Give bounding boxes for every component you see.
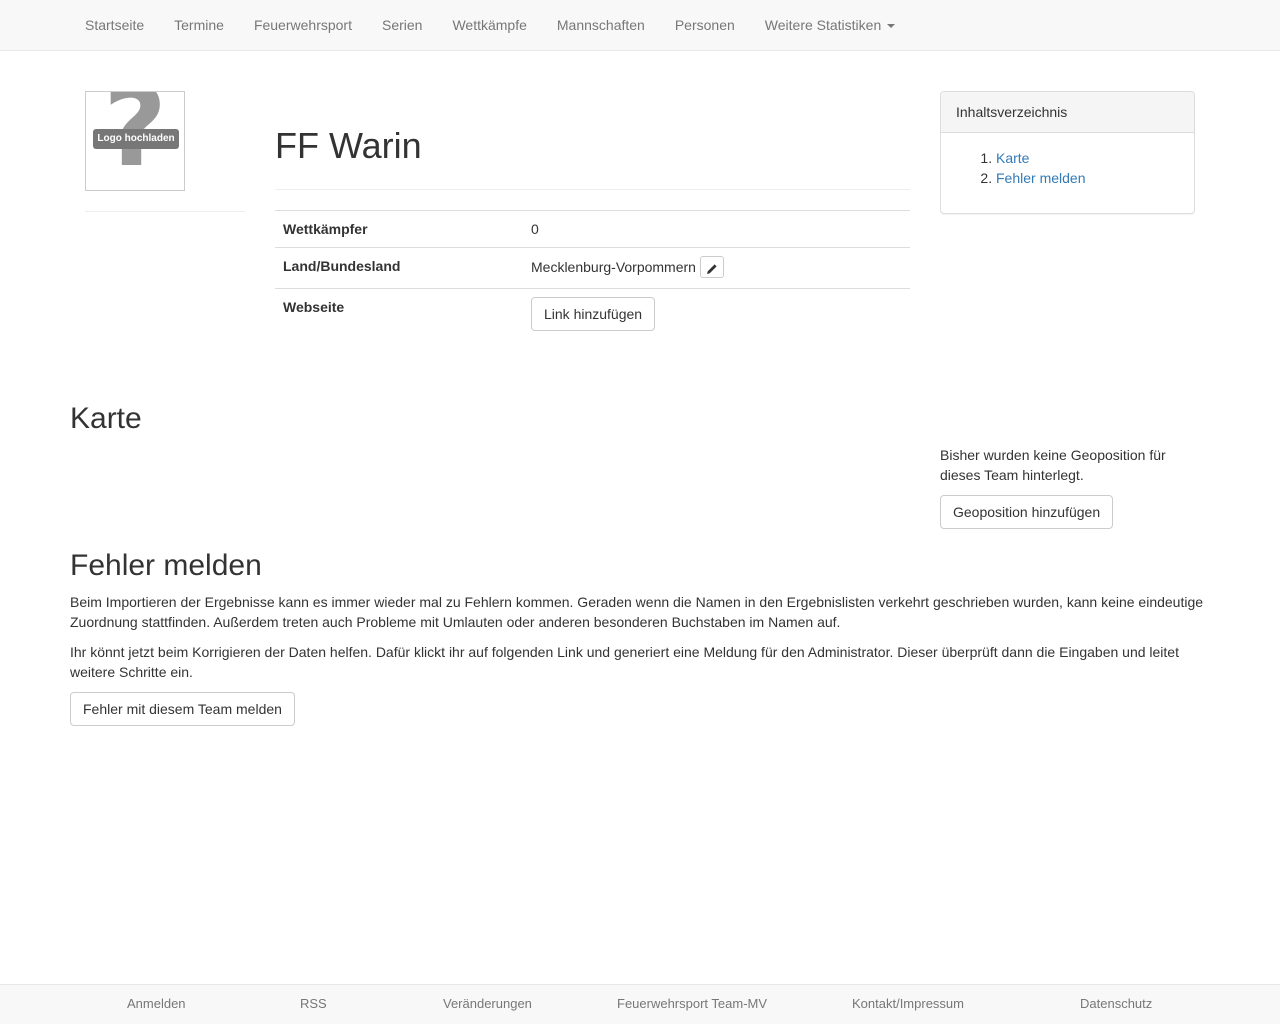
- table-row-state: Land/Bundesland Mecklenburg-Vorpommern: [275, 246, 910, 289]
- competitors-value: 0: [523, 210, 910, 248]
- competitors-label: Wettkämpfer: [275, 210, 523, 248]
- report-heading: Fehler melden: [70, 549, 262, 582]
- add-link-button[interactable]: Link hinzufügen: [531, 297, 656, 332]
- team-logo-placeholder: ? Logo hochladen: [85, 91, 185, 191]
- footer-link-datenschutz[interactable]: Datenschutz: [1080, 985, 1152, 1023]
- caret-down-icon: [887, 24, 896, 29]
- footer-link-anmelden[interactable]: Anmelden: [127, 985, 186, 1023]
- toc-panel: Inhaltsverzeichnis Karte Fehler melden: [940, 91, 1195, 214]
- toc-link-fehler-melden[interactable]: Fehler melden: [996, 170, 1086, 186]
- page-title: FF Warin: [275, 125, 422, 166]
- nav-feuerwehrsport[interactable]: Feuerwehrsport: [239, 0, 367, 50]
- nav-serien[interactable]: Serien: [367, 0, 437, 50]
- team-info-table: Wettkämpfer 0 Land/Bundesland Mecklenbur…: [275, 210, 910, 340]
- add-geoposition-button[interactable]: Geoposition hinzufügen: [940, 495, 1114, 529]
- logo-upload-button[interactable]: Logo hochladen: [93, 129, 179, 149]
- footer-link-veraenderungen[interactable]: Veränderungen: [443, 985, 532, 1023]
- nav-startseite[interactable]: Startseite: [70, 0, 159, 50]
- footer-link-rss[interactable]: RSS: [300, 985, 327, 1023]
- website-label: Webseite: [275, 288, 523, 340]
- logo-divider: [85, 211, 245, 212]
- edit-state-button[interactable]: [699, 256, 724, 279]
- title-divider: [275, 189, 910, 190]
- footer-link-team-mv[interactable]: Feuerwehrsport Team-MV: [617, 985, 767, 1023]
- nav-wettkaempfe[interactable]: Wettkämpfe: [437, 0, 541, 50]
- nav-list: Startseite Termine Feuerwehrsport Serien…: [70, 0, 910, 50]
- map-heading: Karte: [70, 402, 142, 435]
- table-row-competitors: Wettkämpfer 0: [275, 210, 910, 248]
- footer: Anmelden RSS Veränderungen Feuerwehrspor…: [0, 984, 1280, 1024]
- state-value: Mecklenburg-Vorpommern: [531, 259, 696, 275]
- no-geoposition-text: Bisher wurden keine Geoposition für dies…: [940, 447, 1166, 483]
- toc-link-karte[interactable]: Karte: [996, 150, 1029, 166]
- nav-personen[interactable]: Personen: [660, 0, 750, 50]
- state-label: Land/Bundesland: [275, 246, 523, 289]
- table-row-website: Webseite Link hinzufügen: [275, 288, 910, 340]
- toc-heading: Inhaltsverzeichnis: [941, 92, 1194, 133]
- report-paragraph-1: Beim Importieren der Ergebnisse kann es …: [70, 594, 1204, 630]
- top-navbar: Startseite Termine Feuerwehrsport Serien…: [0, 0, 1280, 51]
- report-paragraph-2: Ihr könnt jetzt beim Korrigieren der Dat…: [70, 644, 1179, 680]
- nav-mannschaften[interactable]: Mannschaften: [542, 0, 660, 50]
- nav-termine[interactable]: Termine: [159, 0, 239, 50]
- toc-list: Karte Fehler melden: [941, 133, 1194, 188]
- nav-weitere-statistiken-dropdown[interactable]: Weitere Statistiken: [750, 0, 910, 50]
- pencil-icon: [706, 264, 717, 275]
- report-error-button[interactable]: Fehler mit diesem Team melden: [70, 692, 295, 726]
- footer-link-kontakt-impressum[interactable]: Kontakt/Impressum: [852, 985, 964, 1023]
- nav-dropdown-label: Weitere Statistiken: [764, 17, 882, 33]
